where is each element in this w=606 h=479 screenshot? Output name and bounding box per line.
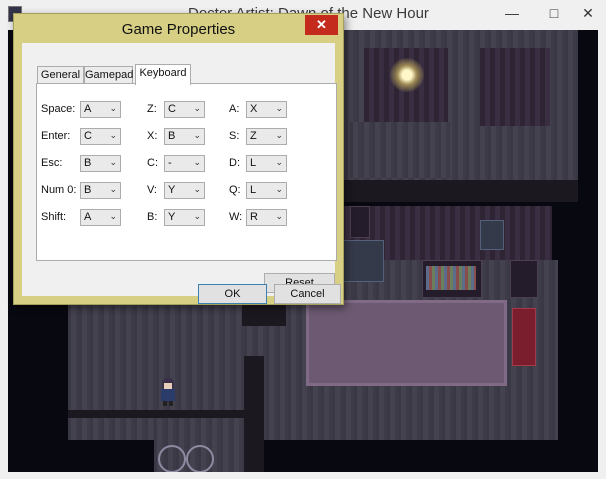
chevron-down-icon: ⌄ (109, 130, 117, 140)
minimize-icon: — (505, 5, 519, 21)
key-label: Shift: (41, 211, 67, 223)
chevron-down-icon: ⌄ (193, 103, 201, 113)
chevron-down-icon: ⌄ (109, 103, 117, 113)
ok-button[interactable]: OK (198, 284, 267, 304)
select-value: C (168, 103, 176, 115)
pillar (244, 356, 264, 472)
dialog-body: General Gamepad Keyboard Reset Space: A ⌄ E… (22, 43, 337, 296)
chevron-down-icon: ⌄ (275, 103, 283, 113)
ledge (334, 180, 578, 202)
key-label: Num 0: (41, 184, 77, 196)
chevron-down-icon: ⌄ (275, 130, 283, 140)
chevron-down-icon: ⌄ (275, 157, 283, 167)
key-mapping-select[interactable]: - ⌄ (164, 155, 205, 172)
minimize-button[interactable]: — (492, 0, 532, 26)
key-mapping-select[interactable]: Y ⌄ (164, 182, 205, 199)
key-mapping-select[interactable]: Y ⌄ (164, 209, 205, 226)
key-mapping-select[interactable]: B ⌄ (164, 128, 205, 145)
key-label: A: (229, 103, 240, 115)
key-label: X: (147, 130, 158, 142)
select-value: L (250, 184, 257, 196)
key-label: Enter: (41, 130, 71, 142)
select-value: C (84, 130, 92, 142)
tab-keyboard[interactable]: Keyboard (135, 64, 191, 85)
key-mapping-select[interactable]: R ⌄ (246, 209, 287, 226)
key-label: S: (229, 130, 240, 142)
key-mapping-select[interactable]: C ⌄ (80, 128, 121, 145)
player-character (160, 378, 176, 406)
close-icon: ✕ (316, 17, 327, 32)
poster (480, 220, 504, 250)
chevron-down-icon: ⌄ (193, 157, 201, 167)
chevron-down-icon: ⌄ (275, 211, 283, 221)
key-mapping-select[interactable]: B ⌄ (80, 155, 121, 172)
key-label: Space: (41, 103, 76, 115)
key-label: Q: (229, 184, 241, 196)
key-label: B: (147, 211, 158, 223)
key-mapping-select[interactable]: L ⌄ (246, 182, 287, 199)
key-mapping-select[interactable]: A ⌄ (80, 209, 121, 226)
select-value: Y (168, 211, 176, 223)
key-label: C: (147, 157, 158, 169)
key-mapping-select[interactable]: X ⌄ (246, 101, 287, 118)
floor (350, 122, 450, 178)
key-mapping-select[interactable]: A ⌄ (80, 101, 121, 118)
select-value: A (84, 103, 92, 115)
key-label: Z: (147, 103, 157, 115)
game-properties-dialog: Game Properties ✕ General Gamepad Keyboa… (13, 13, 344, 305)
select-value: - (168, 157, 172, 169)
chevron-down-icon: ⌄ (193, 130, 201, 140)
computer-desk (342, 240, 384, 282)
chevron-down-icon: ⌄ (275, 184, 283, 194)
maximize-icon: □ (549, 5, 559, 21)
tab-gamepad[interactable]: Gamepad (84, 66, 133, 84)
monitor (350, 206, 370, 238)
chevron-down-icon: ⌄ (193, 184, 201, 194)
select-value: Z (250, 130, 257, 142)
close-icon: ✕ (582, 5, 594, 21)
select-value: X (250, 103, 258, 115)
select-value: Y (168, 184, 176, 196)
key-mapping-select[interactable]: Z ⌄ (246, 128, 287, 145)
select-value: R (250, 211, 258, 223)
sofa (512, 308, 536, 366)
chevron-down-icon: ⌄ (193, 211, 201, 221)
chevron-down-icon: ⌄ (109, 211, 117, 221)
close-button[interactable]: ✕ (570, 0, 606, 26)
select-value: B (84, 157, 92, 169)
ledge (68, 410, 244, 418)
lamp-light (390, 58, 424, 92)
dialog-close-button[interactable]: ✕ (305, 15, 338, 35)
rug (306, 300, 507, 386)
exit-marker (158, 445, 186, 472)
exit-marker (186, 445, 214, 472)
dialog-title: Game Properties (121, 21, 236, 38)
key-mapping-select[interactable]: B ⌄ (80, 182, 121, 199)
select-value: B (84, 184, 92, 196)
chevron-down-icon: ⌄ (109, 184, 117, 194)
select-value: B (168, 130, 176, 142)
cancel-button[interactable]: Cancel (274, 284, 341, 304)
select-value: A (84, 211, 92, 223)
books (426, 266, 476, 290)
key-label: V: (147, 184, 157, 196)
select-value: L (250, 157, 257, 169)
key-label: D: (229, 157, 240, 169)
key-mapping-select[interactable]: C ⌄ (164, 101, 205, 118)
key-label: Esc: (41, 157, 63, 169)
key-mapping-select[interactable]: L ⌄ (246, 155, 287, 172)
bookshelf (510, 260, 538, 298)
wall-panel (480, 48, 550, 126)
chevron-down-icon: ⌄ (109, 157, 117, 167)
key-label: W: (229, 211, 243, 223)
maximize-button[interactable]: □ (534, 0, 574, 26)
tab-general[interactable]: General (37, 66, 84, 84)
